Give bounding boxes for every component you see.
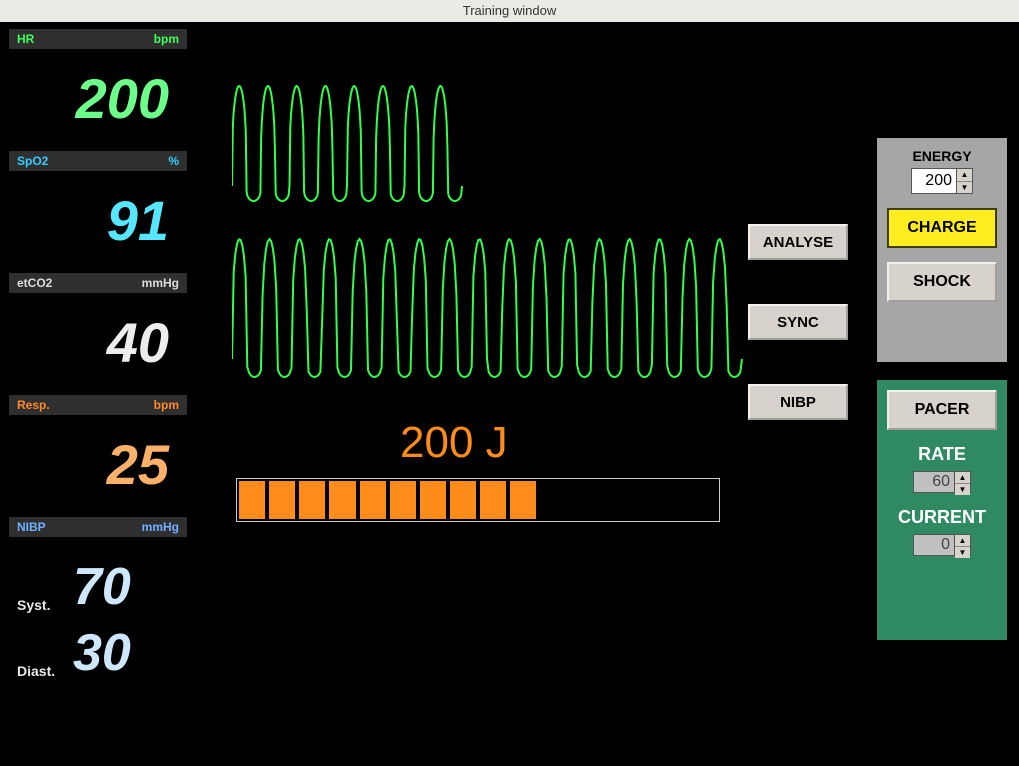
pacer-current-label: CURRENT — [887, 507, 997, 528]
nibp-diast-value: 30 — [73, 627, 131, 679]
ecg-trace-bottom — [232, 229, 752, 379]
shock-button[interactable]: SHOCK — [887, 262, 997, 302]
etco2-block: etCO2 mmHg 40 — [8, 272, 188, 394]
energy-spinner[interactable]: ▲ ▼ — [911, 168, 973, 194]
progress-segment — [360, 481, 386, 519]
current-up-icon[interactable]: ▲ — [955, 535, 970, 547]
progress-segment — [510, 481, 536, 519]
resp-label: Resp. — [17, 398, 50, 412]
rate-up-icon[interactable]: ▲ — [955, 472, 970, 484]
energy-input[interactable] — [911, 168, 957, 194]
nibp-unit: mmHg — [142, 520, 179, 534]
spo2-label: SpO2 — [17, 154, 48, 168]
charge-progress — [236, 478, 720, 522]
spo2-block: SpO2 % 91 — [8, 150, 188, 272]
pacer-rate-spinner[interactable]: ▲ ▼ — [913, 471, 971, 493]
etco2-unit: mmHg — [142, 276, 179, 290]
hr-label: HR — [17, 32, 34, 46]
pacer-panel: PACER RATE ▲ ▼ CURRENT ▲ ▼ — [877, 380, 1007, 640]
progress-segment — [239, 481, 265, 519]
vitals-column: HR bpm 200 SpO2 % 91 etCO2 mmHg 40 Resp.… — [8, 28, 188, 706]
energy-up-icon[interactable]: ▲ — [957, 169, 972, 182]
progress-segment — [420, 481, 446, 519]
progress-segment — [269, 481, 295, 519]
monitor-stage: HR bpm 200 SpO2 % 91 etCO2 mmHg 40 Resp.… — [0, 22, 1019, 766]
analyse-button[interactable]: ANALYSE — [748, 224, 848, 260]
hr-unit: bpm — [154, 32, 179, 46]
etco2-label: etCO2 — [17, 276, 52, 290]
charge-button[interactable]: CHARGE — [887, 208, 997, 248]
window-title: Training window — [0, 0, 1019, 22]
hr-value: 200 — [9, 49, 187, 149]
spo2-value: 91 — [9, 171, 187, 271]
energy-down-icon[interactable]: ▼ — [957, 182, 972, 194]
pacer-rate-input[interactable] — [913, 471, 955, 493]
current-down-icon[interactable]: ▼ — [955, 547, 970, 558]
progress-segment — [631, 481, 657, 519]
pacer-current-spinner[interactable]: ▲ ▼ — [913, 534, 971, 556]
waveform-area — [232, 76, 752, 384]
progress-segment — [450, 481, 476, 519]
progress-segment — [661, 481, 687, 519]
progress-segment — [601, 481, 627, 519]
pacer-current-input[interactable] — [913, 534, 955, 556]
etco2-value: 40 — [9, 293, 187, 393]
nibp-label: NIBP — [17, 520, 46, 534]
progress-segment — [480, 481, 506, 519]
nibp-diast-label: Diast. — [17, 663, 65, 679]
energy-display: 200 J — [400, 418, 508, 468]
progress-segment — [299, 481, 325, 519]
nibp-button[interactable]: NIBP — [748, 384, 848, 420]
progress-segment — [390, 481, 416, 519]
nibp-block: NIBP mmHg Syst. 70 Diast. 30 — [8, 516, 188, 706]
pacer-button[interactable]: PACER — [887, 390, 997, 430]
resp-unit: bpm — [154, 398, 179, 412]
ecg-trace-top — [232, 76, 752, 206]
pacer-rate-label: RATE — [887, 444, 997, 465]
rate-down-icon[interactable]: ▼ — [955, 484, 970, 495]
progress-segment — [691, 481, 717, 519]
sync-button[interactable]: SYNC — [748, 304, 848, 340]
defibrillator-panel: ENERGY ▲ ▼ CHARGE SHOCK — [877, 138, 1007, 362]
hr-block: HR bpm 200 — [8, 28, 188, 150]
nibp-syst-label: Syst. — [17, 597, 65, 613]
progress-segment — [570, 481, 596, 519]
progress-segment — [329, 481, 355, 519]
progress-segment — [540, 481, 566, 519]
resp-block: Resp. bpm 25 — [8, 394, 188, 516]
spo2-unit: % — [168, 154, 179, 168]
nibp-syst-value: 70 — [73, 561, 131, 613]
resp-value: 25 — [9, 415, 187, 515]
energy-title: ENERGY — [887, 148, 997, 164]
